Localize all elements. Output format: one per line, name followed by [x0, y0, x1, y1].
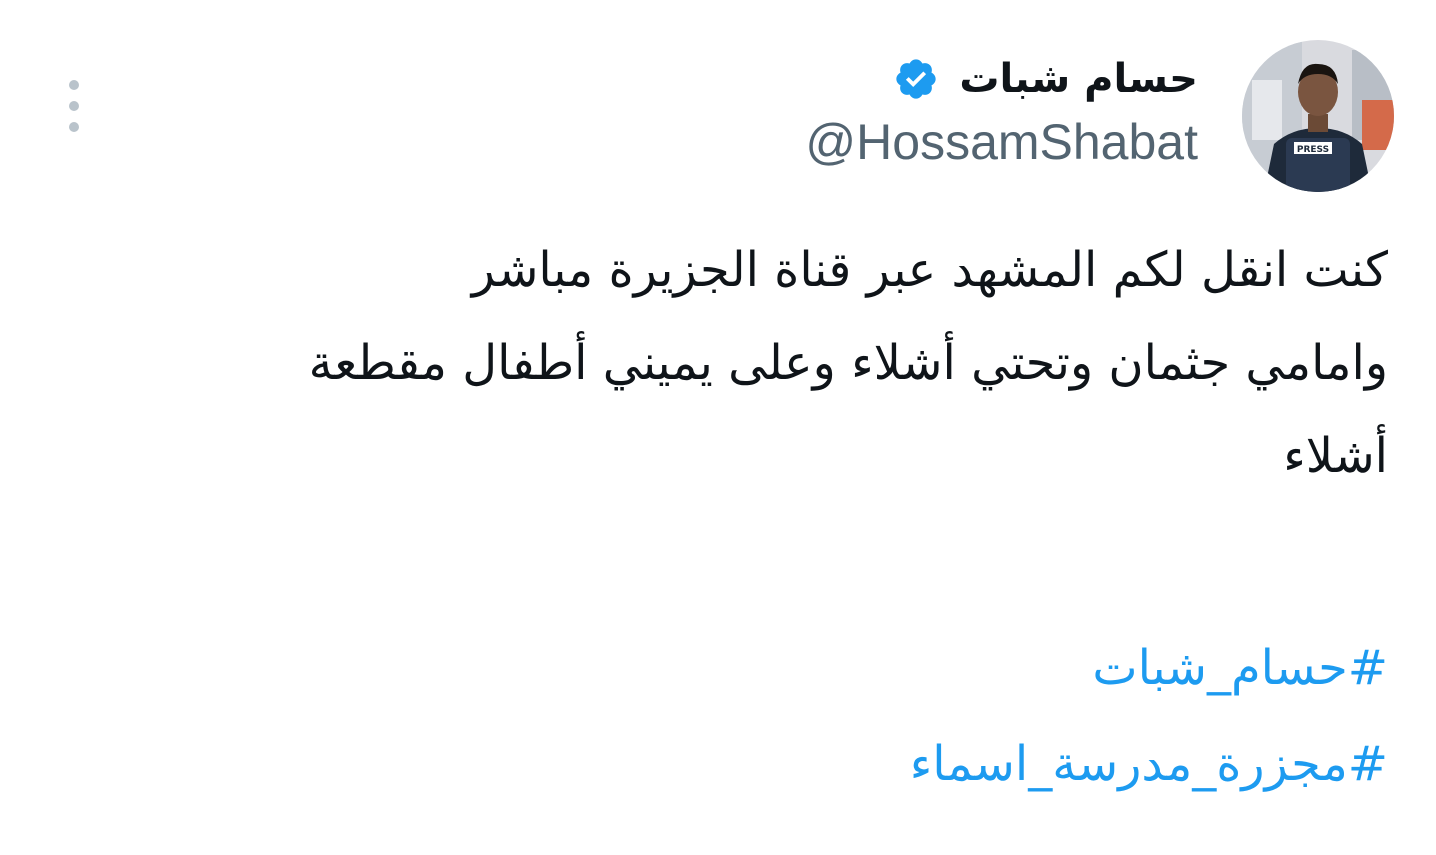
- hashtag-link[interactable]: #مجزرة_مدرسة_اسماء: [910, 716, 1388, 812]
- tweet-header: حسام شبات @HossamShabat PRESS: [805, 40, 1394, 192]
- hashtag-link[interactable]: #حسام_شبات: [910, 620, 1388, 716]
- more-dot: [69, 122, 79, 132]
- more-dot: [69, 101, 79, 111]
- tweet-text: كنت انقل لكم المشهد عبر قناة الجزيرة مبا…: [68, 224, 1388, 503]
- tweet-line: أشلاء: [1283, 428, 1388, 484]
- hashtag-list: #حسام_شبات #مجزرة_مدرسة_اسماء: [910, 620, 1388, 812]
- more-options-button[interactable]: [60, 80, 88, 132]
- more-dot: [69, 80, 79, 90]
- author-handle[interactable]: @HossamShabat: [805, 112, 1198, 172]
- author-names: حسام شبات @HossamShabat: [805, 40, 1198, 172]
- author-display-name[interactable]: حسام شبات: [959, 54, 1198, 104]
- display-name-row: حسام شبات: [893, 54, 1198, 104]
- verified-badge-icon: [896, 59, 936, 99]
- tweet-line: كنت انقل لكم المشهد عبر قناة الجزيرة مبا…: [471, 242, 1388, 298]
- tweet-line: وامامي جثمان وتحتي أشلاء وعلى يميني أطفا…: [308, 335, 1388, 391]
- press-badge-text: PRESS: [1297, 145, 1329, 155]
- avatar[interactable]: PRESS: [1242, 40, 1394, 192]
